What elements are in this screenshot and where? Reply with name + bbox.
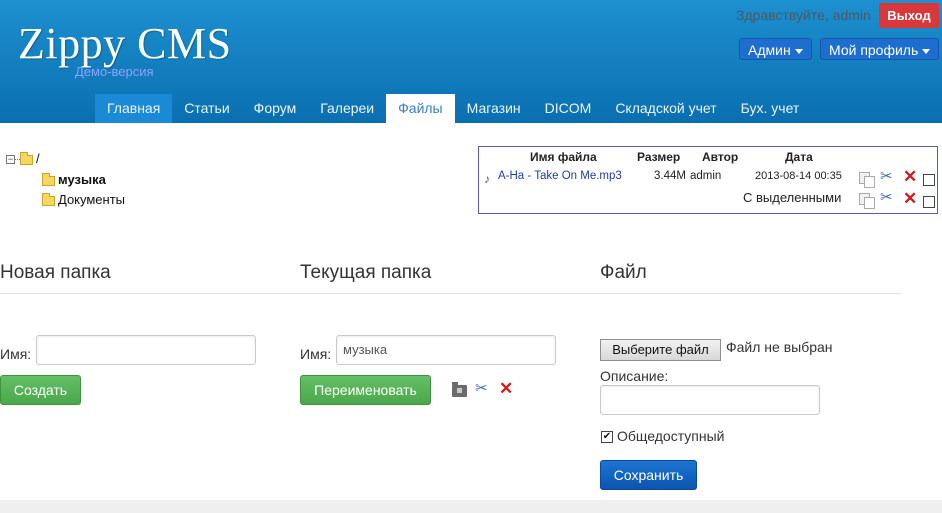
admin-menu-button[interactable]: Админ [739, 38, 812, 60]
nav-item-forum[interactable]: Форум [242, 94, 309, 123]
copy-icon[interactable] [859, 172, 875, 188]
audio-file-icon: ♪ [484, 172, 490, 186]
folder-icon [20, 151, 33, 165]
nav-item-shop[interactable]: Магазин [455, 94, 533, 123]
new-folder-name-label: Имя: [0, 346, 32, 362]
save-file-button[interactable]: Сохранить [600, 460, 697, 490]
nav-item-home[interactable]: Главная [95, 94, 173, 123]
caret-down-icon [922, 48, 931, 54]
current-folder-name-input[interactable]: музыка [336, 335, 556, 365]
file-name-link[interactable]: A-Ha - Take On Me.mp3 [498, 170, 622, 182]
column-header-date: Дата [785, 150, 813, 164]
cut-icon[interactable]: ✂ [880, 190, 896, 206]
greeting-text: Здравствуйте, admin [736, 7, 871, 23]
caret-down-icon [794, 48, 803, 54]
delete-icon[interactable]: ✕ [903, 168, 919, 185]
profile-menu-label: Мой профиль [829, 42, 919, 58]
description-label: Описание: [600, 368, 669, 384]
tree-folder-label: Документы [58, 192, 126, 207]
rename-folder-button[interactable]: Переименовать [300, 375, 431, 405]
tree-root[interactable]: − / [6, 150, 40, 168]
nav-item-dicom[interactable]: DICOM [533, 94, 604, 123]
tree-folder-music[interactable]: музыка [42, 171, 106, 189]
description-input[interactable] [600, 385, 820, 415]
column-header-size: Размер [637, 150, 681, 164]
cut-icon[interactable]: ✂ [475, 381, 491, 397]
folder-icon [42, 172, 55, 186]
footer [0, 500, 942, 513]
nav-item-accounting[interactable]: Бух. учет [729, 94, 812, 123]
main-nav: Главная Статьи Форум Галереи Файлы Магаз… [95, 94, 811, 123]
delete-icon[interactable]: ✕ [903, 190, 919, 207]
cut-icon[interactable]: ✂ [880, 169, 896, 185]
create-folder-button[interactable]: Создать [0, 375, 81, 405]
admin-menu-label: Админ [748, 42, 791, 58]
tree-folder-documents[interactable]: Документы [42, 191, 125, 209]
tree-root-label: / [36, 151, 40, 166]
choose-file-button[interactable]: Выберите файл [600, 339, 721, 361]
copy-icon[interactable] [859, 193, 875, 209]
file-author: admin [690, 170, 722, 182]
column-header-author: Автор [702, 150, 739, 164]
column-header-name: Имя файла [530, 150, 597, 164]
nav-item-files[interactable]: Файлы [386, 94, 455, 123]
current-folder-title: Текущая папка [300, 262, 432, 283]
site-header: Zippy CMS Демо-версия Здравствуйте, admi… [0, 0, 942, 123]
divider [0, 293, 901, 294]
nav-item-articles[interactable]: Статьи [172, 94, 241, 123]
delete-icon[interactable]: ✕ [499, 380, 515, 397]
with-selected-label: С выделенными [743, 190, 842, 205]
file-section-title: Файл [600, 262, 647, 283]
new-folder-name-input[interactable] [36, 335, 256, 365]
no-file-text: Файл не выбран [726, 339, 833, 355]
file-size: 3.44M [654, 170, 686, 182]
public-label: Общедоступный [617, 428, 725, 444]
site-subtitle: Демо-версия [75, 64, 154, 79]
collapse-icon[interactable]: − [6, 155, 15, 165]
nav-item-galleries[interactable]: Галереи [308, 94, 386, 123]
tree-folder-label: музыка [58, 172, 106, 187]
file-date: 2013-08-14 00:35 [755, 170, 842, 182]
nav-item-warehouse[interactable]: Складской учет [603, 94, 728, 123]
select-all-checkbox[interactable] [923, 196, 935, 208]
site-logo[interactable]: Zippy CMS [18, 18, 232, 69]
folder-icon [42, 192, 55, 206]
profile-menu-button[interactable]: Мой профиль [820, 38, 940, 60]
current-folder-name-label: Имя: [300, 346, 332, 362]
folder-settings-icon[interactable] [452, 382, 467, 397]
new-folder-title: Новая папка [0, 262, 111, 283]
files-table: Имя файла Размер Автор Дата ♪ A-Ha - Tak… [478, 146, 938, 214]
logout-button[interactable]: Выход [879, 3, 939, 28]
public-checkbox[interactable]: ✔ [601, 431, 613, 443]
file-select-checkbox[interactable] [923, 174, 935, 186]
